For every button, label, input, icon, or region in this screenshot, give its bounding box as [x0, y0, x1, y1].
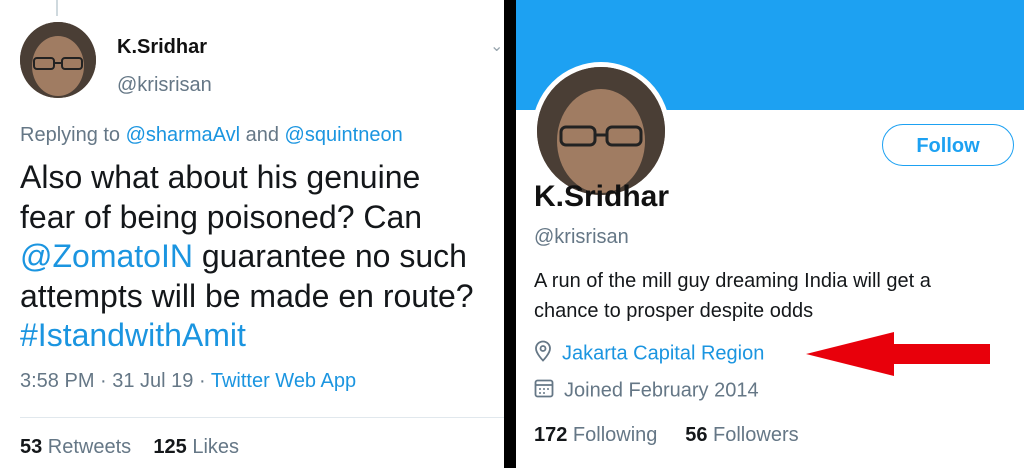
profile-panel: Follow K.Sridhar @krisrisan A run of the…: [516, 0, 1024, 468]
avatar[interactable]: [20, 22, 96, 98]
following-label: Following: [567, 424, 658, 446]
tweet-text: Also what about his genuine fear of bein…: [20, 158, 500, 356]
tweet-line: fear of being poisoned? Can: [20, 198, 423, 235]
profile-joined: Joined February 2014: [534, 378, 759, 404]
reply-user-link[interactable]: @sharmaAvl: [126, 124, 240, 146]
thread-line: [56, 0, 58, 16]
likes-label: Likes: [186, 436, 240, 458]
replying-and: and: [240, 124, 285, 146]
following-stat[interactable]: 172 Following: [534, 424, 657, 446]
tweet-author-handle[interactable]: @krisrisan: [117, 74, 212, 97]
followers-count: 56: [685, 424, 708, 446]
profile-name: K.Sridhar: [534, 180, 670, 213]
bio-line: chance to prosper despite odds: [534, 300, 814, 322]
location-link[interactable]: Jakarta Capital Region: [562, 342, 764, 364]
mention-link[interactable]: @ZomatoIN: [20, 238, 193, 274]
tweet-line: attempts will be made en route?: [20, 277, 474, 314]
location-pin-icon: [534, 340, 552, 368]
likes-stat[interactable]: 125 Likes: [153, 436, 239, 458]
profile-handle: @krisrisan: [534, 226, 629, 248]
tweet-source[interactable]: Twitter Web App: [211, 370, 356, 392]
profile-location: Jakarta Capital Region: [534, 340, 764, 368]
red-arrow-annotation: [806, 332, 990, 376]
profile-stats: 172 Following 56 Followers: [534, 424, 799, 447]
tweet-line-rest: guarantee no such: [192, 238, 467, 274]
following-count: 172: [534, 424, 568, 446]
followers-label: Followers: [707, 424, 799, 446]
follow-button[interactable]: Follow: [882, 124, 1014, 166]
tweet-meta: 3:58 PM · 31 Jul 19 · Twitter Web App: [20, 370, 356, 393]
likes-count: 125: [153, 436, 187, 458]
profile-bio: A run of the mill guy dreaming India wil…: [534, 266, 1004, 326]
tweet-timestamp[interactable]: 3:58 PM · 31 Jul 19 ·: [20, 370, 211, 392]
tweet-line: @ZomatoIN guarantee no such: [20, 237, 500, 277]
reply-user-link[interactable]: @squintneon: [285, 124, 403, 146]
tweet-line: Also what about his genuine: [20, 159, 421, 195]
replying-to: Replying to @sharmaAvl and @squintneon: [20, 124, 403, 147]
calendar-icon: [534, 378, 554, 404]
divider: [20, 417, 504, 418]
tweet-author-name[interactable]: K.Sridhar: [117, 36, 207, 59]
tweet-panel: K.Sridhar @krisrisan ⌄ Replying to @shar…: [0, 0, 504, 468]
followers-stat[interactable]: 56 Followers: [685, 424, 798, 446]
bio-line: A run of the mill guy dreaming India wil…: [534, 270, 931, 292]
hashtag-link[interactable]: #IstandwithAmit: [20, 316, 500, 356]
tweet-stats: 53 Retweets 125 Likes: [20, 436, 239, 459]
retweets-count: 53: [20, 436, 43, 458]
retweets-label: Retweets: [42, 436, 132, 458]
chevron-down-icon[interactable]: ⌄: [490, 36, 503, 56]
joined-date: Joined February 2014: [564, 379, 759, 402]
retweets-stat[interactable]: 53 Retweets: [20, 436, 131, 458]
replying-prefix: Replying to: [20, 124, 126, 146]
